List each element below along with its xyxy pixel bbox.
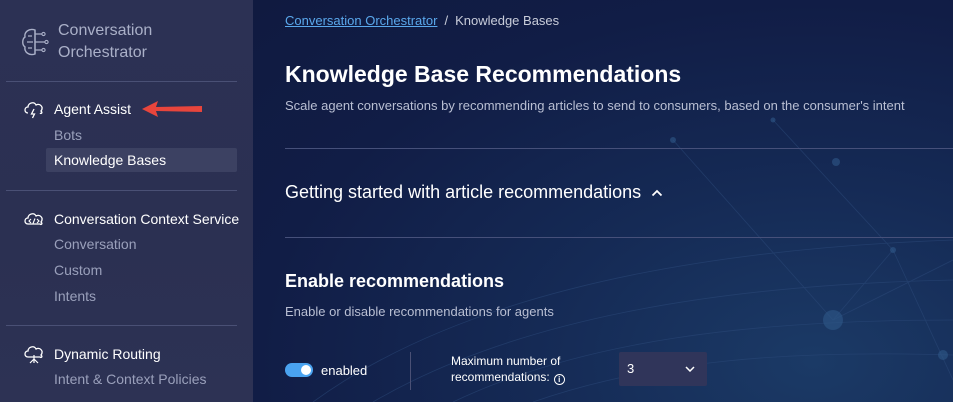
select-value: 3 — [627, 361, 635, 376]
info-icon[interactable]: i — [553, 374, 565, 385]
sidebar: Conversation Orchestrator Agent Assist B… — [0, 0, 253, 402]
page-title: Knowledge Base Recommendations — [285, 61, 682, 87]
sidebar-section-conversation-context-service[interactable]: Conversation Context Service — [22, 209, 239, 229]
breadcrumb-separator: / — [444, 13, 449, 28]
sidebar-item-intents[interactable]: Intents — [46, 284, 237, 308]
section-divider — [285, 237, 953, 238]
cloud-routing-icon — [24, 346, 43, 364]
enable-recommendations-title: Enable recommendations — [285, 271, 505, 291]
max-recommendations-label: Maximum number of recommendations: i — [451, 353, 591, 385]
sidebar-section-agent-assist[interactable]: Agent Assist — [22, 99, 131, 119]
page-subtitle: Scale agent conversations by recommendin… — [285, 98, 905, 113]
breadcrumb-current: Knowledge Bases — [455, 13, 560, 28]
brain-circuit-icon — [22, 28, 49, 56]
max-recommendations-text: Maximum number of recommendations: — [451, 354, 561, 384]
sidebar-item-conversation[interactable]: Conversation — [46, 232, 237, 256]
sidebar-divider — [6, 190, 237, 191]
enable-recommendations-subtitle: Enable or disable recommendations for ag… — [285, 304, 554, 319]
recommendations-toggle[interactable] — [285, 363, 313, 377]
chevron-down-icon — [685, 366, 695, 372]
brand[interactable]: Conversation Orchestrator — [20, 20, 178, 64]
chevron-up-icon — [652, 189, 663, 196]
accordion-title: Getting started with article recommendat… — [285, 182, 642, 202]
toggle-knob — [301, 365, 311, 375]
sidebar-section-dynamic-routing[interactable]: Dynamic Routing — [22, 344, 161, 364]
breadcrumb-link-conversation-orchestrator[interactable]: Conversation Orchestrator — [285, 13, 437, 28]
breadcrumb: Conversation Orchestrator / Knowledge Base… — [285, 13, 559, 28]
sidebar-section-label: Conversation Context Service — [54, 211, 240, 227]
sidebar-section-label: Dynamic Routing — [54, 346, 161, 362]
sidebar-item-custom[interactable]: Custom — [46, 258, 237, 282]
sidebar-divider — [6, 325, 237, 326]
sidebar-divider — [6, 81, 237, 82]
main-content: Conversation Orchestrator / Knowledge Base… — [253, 0, 953, 402]
getting-started-accordion[interactable]: Getting started with article recommendat… — [285, 182, 663, 203]
sidebar-section-label: Agent Assist — [54, 101, 132, 117]
section-divider — [285, 148, 953, 149]
sidebar-item-bots[interactable]: Bots — [46, 123, 237, 147]
brand-name: Conversation Orchestrator — [58, 22, 153, 61]
sidebar-item-intent-context-policies[interactable]: Intent & Context Policies — [46, 367, 237, 391]
toggle-label: enabled — [321, 363, 368, 378]
sidebar-item-knowledge-bases[interactable]: Knowledge Bases — [46, 148, 237, 172]
annotation-arrow-icon — [142, 101, 202, 117]
cloud-lightning-icon — [24, 102, 43, 119]
max-recommendations-select[interactable]: 3 — [619, 352, 707, 386]
cloud-code-icon — [24, 213, 43, 226]
vertical-divider — [410, 352, 411, 390]
